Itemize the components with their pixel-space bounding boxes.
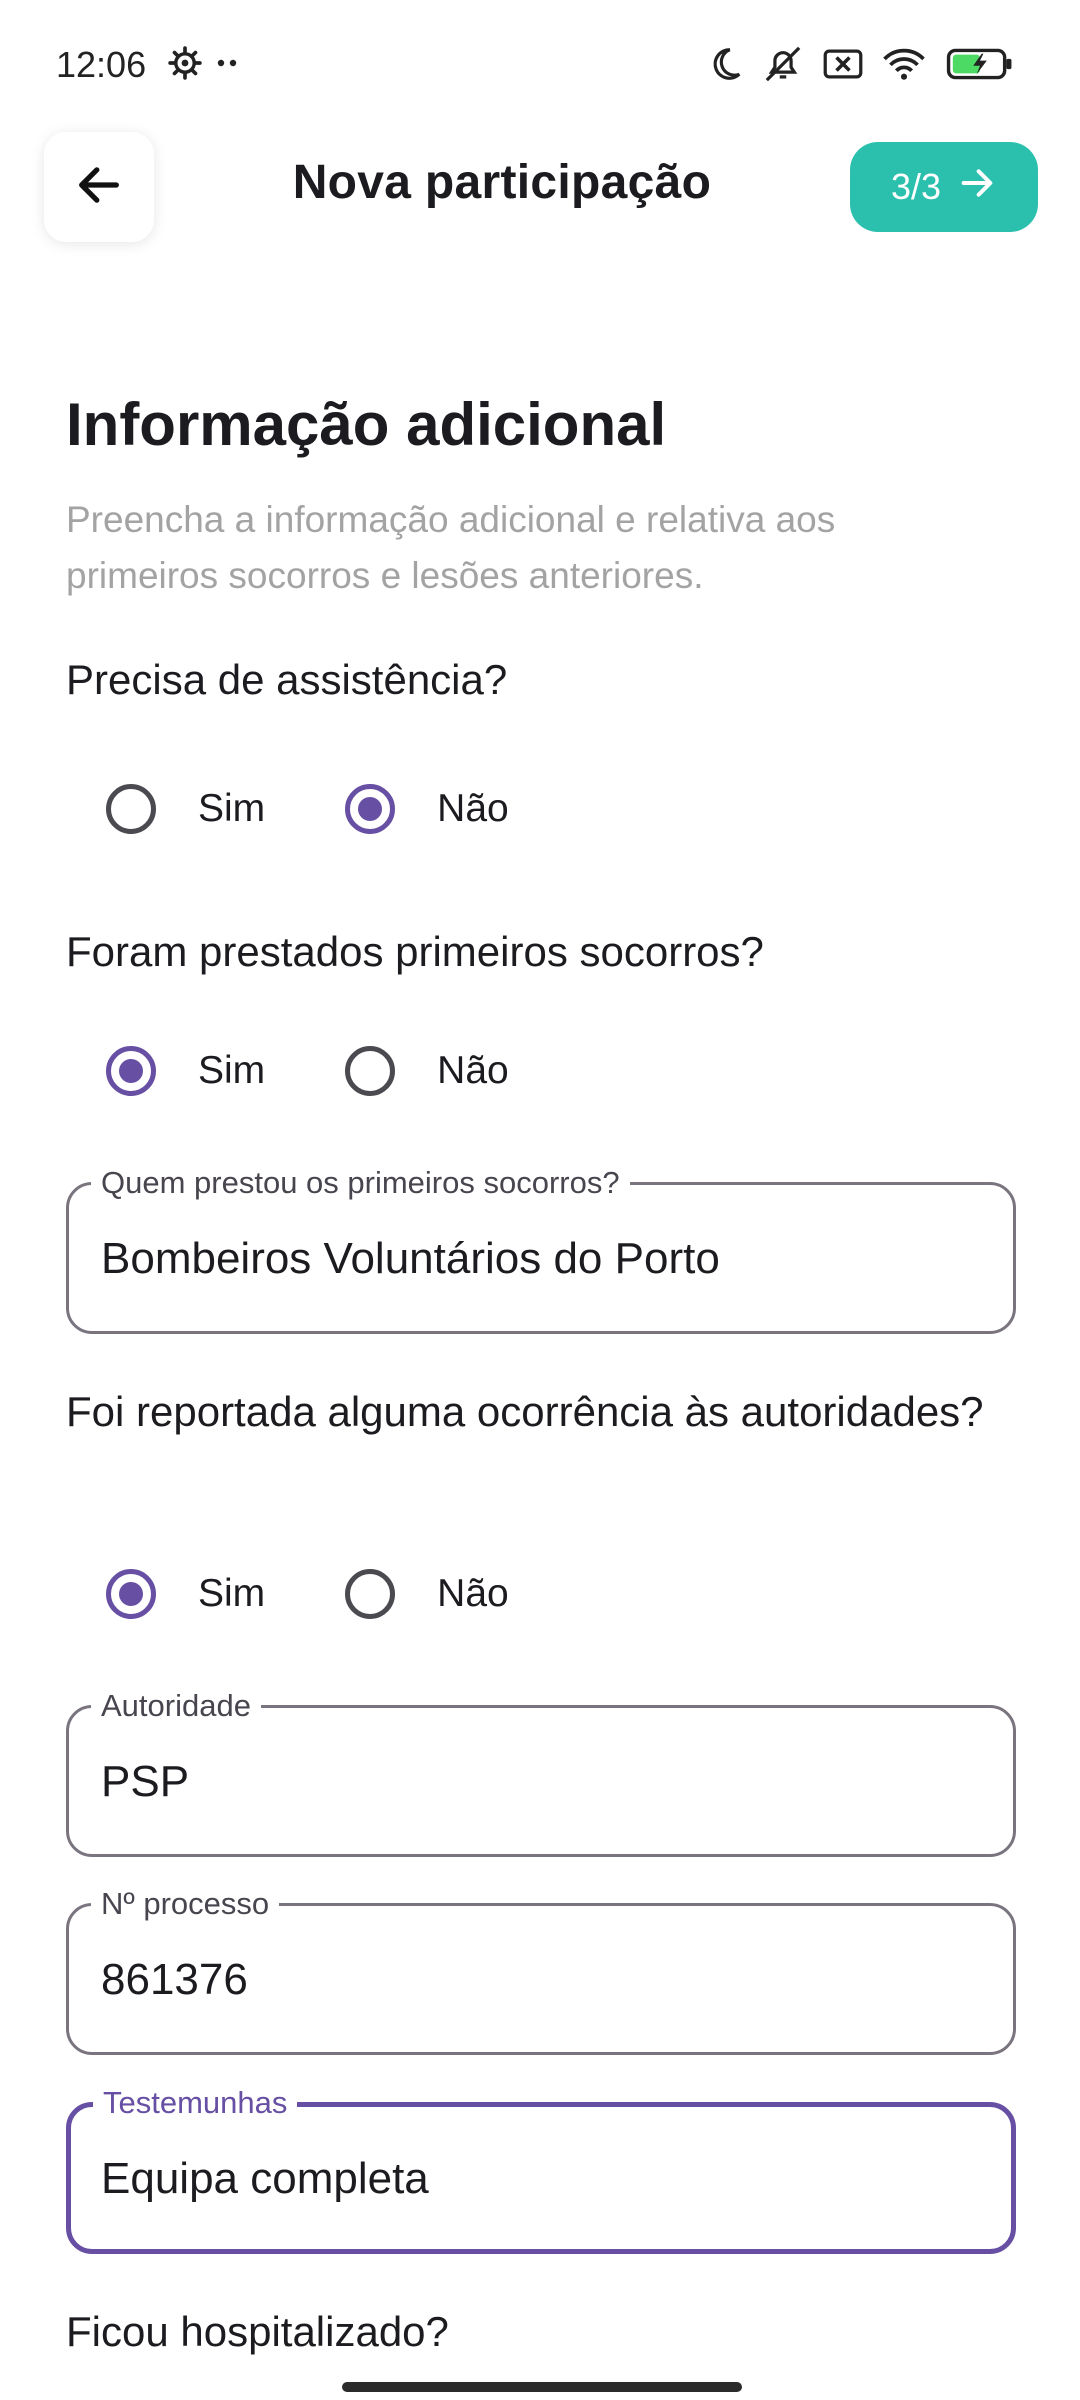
field-value[interactable]: PSP	[101, 1754, 981, 1810]
field-value[interactable]: Bombeiros Voluntários do Porto	[101, 1231, 981, 1287]
radio-checked-icon[interactable]	[345, 784, 396, 834]
radio-label: Sim	[198, 1049, 266, 1092]
field-label: Testemunhas	[93, 2083, 298, 2123]
radio-label: Não	[437, 1572, 509, 1615]
field-value[interactable]: 861376	[101, 1952, 981, 2008]
radio-checked-icon[interactable]	[106, 1569, 156, 1619]
assistance-option-no[interactable]: Não	[345, 784, 509, 834]
mute-icon	[762, 44, 804, 84]
first-aid-question: Foram prestados primeiros socorros?	[66, 928, 764, 975]
radio-unchecked-icon[interactable]	[106, 784, 156, 834]
first-aid-option-no[interactable]: Não	[345, 1046, 509, 1096]
radio-label: Sim	[198, 787, 266, 830]
assistance-radio-group: Sim Não	[106, 784, 509, 834]
status-right-icons	[706, 44, 1016, 84]
status-left-icons	[168, 46, 240, 80]
witnesses-field[interactable]: Testemunhas Equipa completa	[66, 2083, 1016, 2254]
wifi-icon	[882, 46, 926, 82]
section-subtitle: Preencha a informação adicional e relati…	[66, 499, 836, 596]
battery-charging-icon	[944, 47, 1016, 81]
arrow-right-icon	[957, 163, 997, 212]
status-time: 12:06	[56, 44, 147, 85]
authority-field[interactable]: Autoridade PSP	[66, 1686, 1016, 1857]
assistance-question: Precisa de assistência?	[66, 656, 508, 703]
first-aid-option-yes[interactable]: Sim	[106, 1046, 265, 1096]
field-value[interactable]: Equipa completa	[101, 2151, 979, 2207]
radio-unchecked-icon[interactable]	[345, 1569, 396, 1619]
more-dots-icon	[216, 58, 240, 68]
radio-label: Não	[437, 1049, 509, 1092]
assistance-option-yes[interactable]: Sim	[106, 784, 265, 834]
authorities-option-yes[interactable]: Sim	[106, 1569, 265, 1619]
hospitalized-question: Ficou hospitalizado?	[66, 2308, 449, 2355]
screen: 12:06 Nova participação 3/3 Informação a…	[0, 0, 1080, 2400]
authorities-question: Foi reportada alguma ocorrência às autor…	[66, 1388, 984, 1435]
field-label: Nº processo	[91, 1884, 280, 1924]
first-aid-provider-field[interactable]: Quem prestou os primeiros socorros? Bomb…	[66, 1163, 1016, 1334]
radio-checked-icon[interactable]	[106, 1046, 156, 1096]
radio-label: Sim	[198, 1572, 266, 1615]
moon-icon	[706, 45, 744, 83]
radio-unchecked-icon[interactable]	[345, 1046, 396, 1096]
process-number-field[interactable]: Nº processo 861376	[66, 1884, 1016, 2055]
first-aid-radio-group: Sim Não	[106, 1046, 509, 1096]
field-label: Quem prestou os primeiros socorros?	[91, 1163, 630, 1203]
next-step-button[interactable]: 3/3	[850, 142, 1038, 232]
sim-off-icon	[822, 47, 864, 81]
authorities-radio-group: Sim Não	[106, 1569, 509, 1619]
field-label: Autoridade	[91, 1686, 261, 1726]
authorities-option-no[interactable]: Não	[345, 1569, 509, 1619]
status-bar: 12:06	[0, 0, 1080, 130]
step-counter: 3/3	[890, 166, 942, 207]
radio-label: Não	[437, 787, 509, 830]
gear-icon	[168, 46, 202, 80]
section-title: Informação adicional	[66, 391, 667, 458]
home-indicator[interactable]	[342, 2382, 742, 2392]
